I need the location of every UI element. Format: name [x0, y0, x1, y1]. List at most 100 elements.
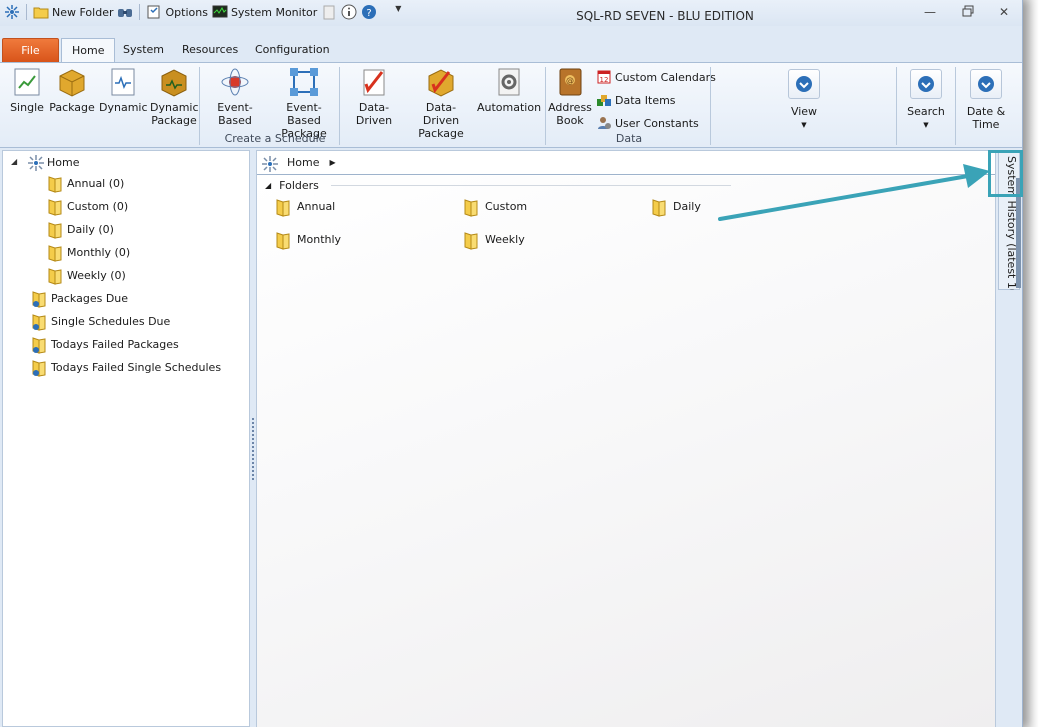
chevron-right-icon[interactable]: ▶ [329, 158, 335, 167]
tree-item-single-schedules-due[interactable]: Single Schedules Due [31, 311, 170, 331]
folder-icon [33, 4, 49, 20]
new-folder-button[interactable]: New Folder [33, 3, 113, 21]
customize-qat-icon[interactable]: ▼ [395, 4, 411, 20]
breadcrumb-home[interactable]: Home [287, 156, 319, 169]
folder-custom-label: Custom [485, 199, 528, 213]
dynamic-package-label: Dynamic Package [150, 101, 199, 127]
tree-item-todays-failed-packages[interactable]: Todays Failed Packages [31, 334, 179, 354]
collapse-arrow-icon[interactable]: ◢ [11, 157, 17, 166]
app-logo-icon[interactable] [4, 4, 20, 20]
system-monitor-label: System Monitor [230, 5, 318, 19]
tree-home-label: Home [47, 155, 80, 169]
window-title: SQL-RD SEVEN - BLU EDITION [576, 9, 754, 23]
folder-icon [47, 175, 63, 193]
automation-button[interactable]: Automation [477, 66, 541, 114]
custom-calendars-label: Custom Calendars [615, 70, 716, 84]
tree-item-home[interactable]: Home [27, 152, 79, 172]
ribbon-tabs: File Home System Resources Configuration [0, 38, 1022, 63]
date-time-label: Date & Time [966, 105, 1006, 131]
address-book-icon: @ [559, 68, 582, 96]
address-book-button[interactable]: @ Address Book [548, 66, 592, 127]
main-content: Home ▶ ◢ Folders Annual Custom Daily Mon… [256, 150, 996, 727]
collapse-arrow-icon[interactable]: ◢ [265, 181, 271, 190]
data-driven-label: Data-Driven [355, 101, 393, 127]
view-button[interactable]: View ▼ [781, 69, 827, 132]
group-divider [330, 185, 731, 186]
folder-tree: ◢ Home Annual (0) Custom (0) Daily (0) M… [2, 150, 250, 727]
data-driven-icon [363, 69, 385, 96]
options-button[interactable]: Options [146, 3, 208, 21]
smart-folder-icon [31, 313, 47, 331]
single-button[interactable]: Single [8, 66, 46, 114]
search-button[interactable]: Search ▼ [904, 69, 948, 132]
callout-highlight-box [988, 150, 1023, 197]
date-time-nav-box [970, 69, 1002, 99]
user-constants-label: User Constants [615, 116, 699, 130]
close-button[interactable]: ✕ [992, 3, 1016, 21]
minimize-icon: — [924, 5, 936, 19]
tab-system[interactable]: System [113, 38, 174, 63]
dynamic-package-button[interactable]: Dynamic Package [150, 66, 199, 127]
package-button[interactable]: Package [49, 66, 95, 114]
folder-item-custom[interactable]: Custom [463, 195, 527, 217]
info-icon[interactable] [341, 4, 357, 20]
folder-icon [275, 231, 291, 250]
folder-item-daily[interactable]: Daily [651, 195, 701, 217]
data-items-button[interactable]: Data Items [596, 91, 676, 109]
tree-item-packages-due[interactable]: Packages Due [31, 288, 128, 308]
tree-item-todays-failed-single-schedules[interactable]: Todays Failed Single Schedules [31, 357, 221, 377]
dynamic-button[interactable]: Dynamic [99, 66, 148, 114]
home-icon [27, 154, 44, 171]
folder-item-annual[interactable]: Annual [275, 195, 335, 217]
folder-icon [47, 244, 63, 262]
binoculars-icon[interactable] [117, 4, 133, 20]
ribbon-separator [545, 67, 546, 145]
tree-item-annual[interactable]: Annual (0) [47, 173, 124, 193]
folder-item-weekly[interactable]: Weekly [463, 228, 525, 250]
new-folder-label: New Folder [52, 5, 114, 19]
restore-button[interactable] [956, 3, 980, 21]
data-group-label: Data [615, 132, 643, 145]
minimize-button[interactable]: — [918, 3, 942, 21]
quick-access-toolbar: New Folder Options System Monitor ? ▼ [4, 3, 411, 21]
tree-item-daily[interactable]: Daily (0) [47, 219, 114, 239]
help-icon[interactable]: ? [361, 4, 377, 20]
ribbon: Single Package Dynamic Dynamic Package E… [0, 62, 1022, 148]
folder-item-monthly[interactable]: Monthly [275, 228, 341, 250]
tree-packages-due-label: Packages Due [51, 291, 129, 305]
event-based-button[interactable]: Event-Based [202, 66, 268, 127]
event-based-package-icon [290, 68, 318, 96]
splitter-grip[interactable] [252, 418, 255, 480]
tree-item-weekly[interactable]: Weekly (0) [47, 265, 126, 285]
tree-item-monthly[interactable]: Monthly (0) [47, 242, 130, 262]
smart-folder-icon [31, 290, 47, 308]
tab-file[interactable]: File [2, 38, 59, 63]
system-monitor-button[interactable]: System Monitor [212, 3, 317, 21]
tab-configuration[interactable]: Configuration [245, 38, 340, 63]
event-based-icon [221, 68, 249, 96]
svg-text:12: 12 [600, 76, 609, 84]
date-time-button[interactable]: Date & Time [962, 69, 1010, 131]
event-based-package-button[interactable]: Event-Based Package [270, 66, 338, 140]
custom-calendars-button[interactable]: 12 Custom Calendars [596, 68, 716, 86]
clipboard-icon[interactable] [321, 4, 337, 20]
search-nav-box [910, 69, 942, 99]
user-constants-button[interactable]: User Constants [596, 114, 699, 132]
toolbar-separator [139, 4, 141, 20]
view-label: View [790, 105, 818, 118]
folder-icon [47, 221, 63, 239]
data-items-label: Data Items [615, 93, 676, 107]
folder-icon [47, 198, 63, 216]
folder-icon [275, 198, 291, 217]
folders-group-header[interactable]: ◢ Folders [265, 179, 731, 192]
event-based-label: Event-Based [217, 101, 253, 127]
tree-item-custom[interactable]: Custom (0) [47, 196, 128, 216]
tab-home[interactable]: Home [61, 38, 116, 63]
package-icon [59, 69, 85, 97]
tree-todays-failed-single-schedules-label: Todays Failed Single Schedules [51, 360, 222, 374]
data-driven-button[interactable]: Data-Driven [342, 66, 406, 127]
data-driven-package-button[interactable]: Data-Driven Package [408, 66, 474, 140]
arrow-down-circle-icon [918, 76, 934, 92]
tab-resources[interactable]: Resources [172, 38, 248, 63]
folders-header-label: Folders [279, 179, 319, 192]
